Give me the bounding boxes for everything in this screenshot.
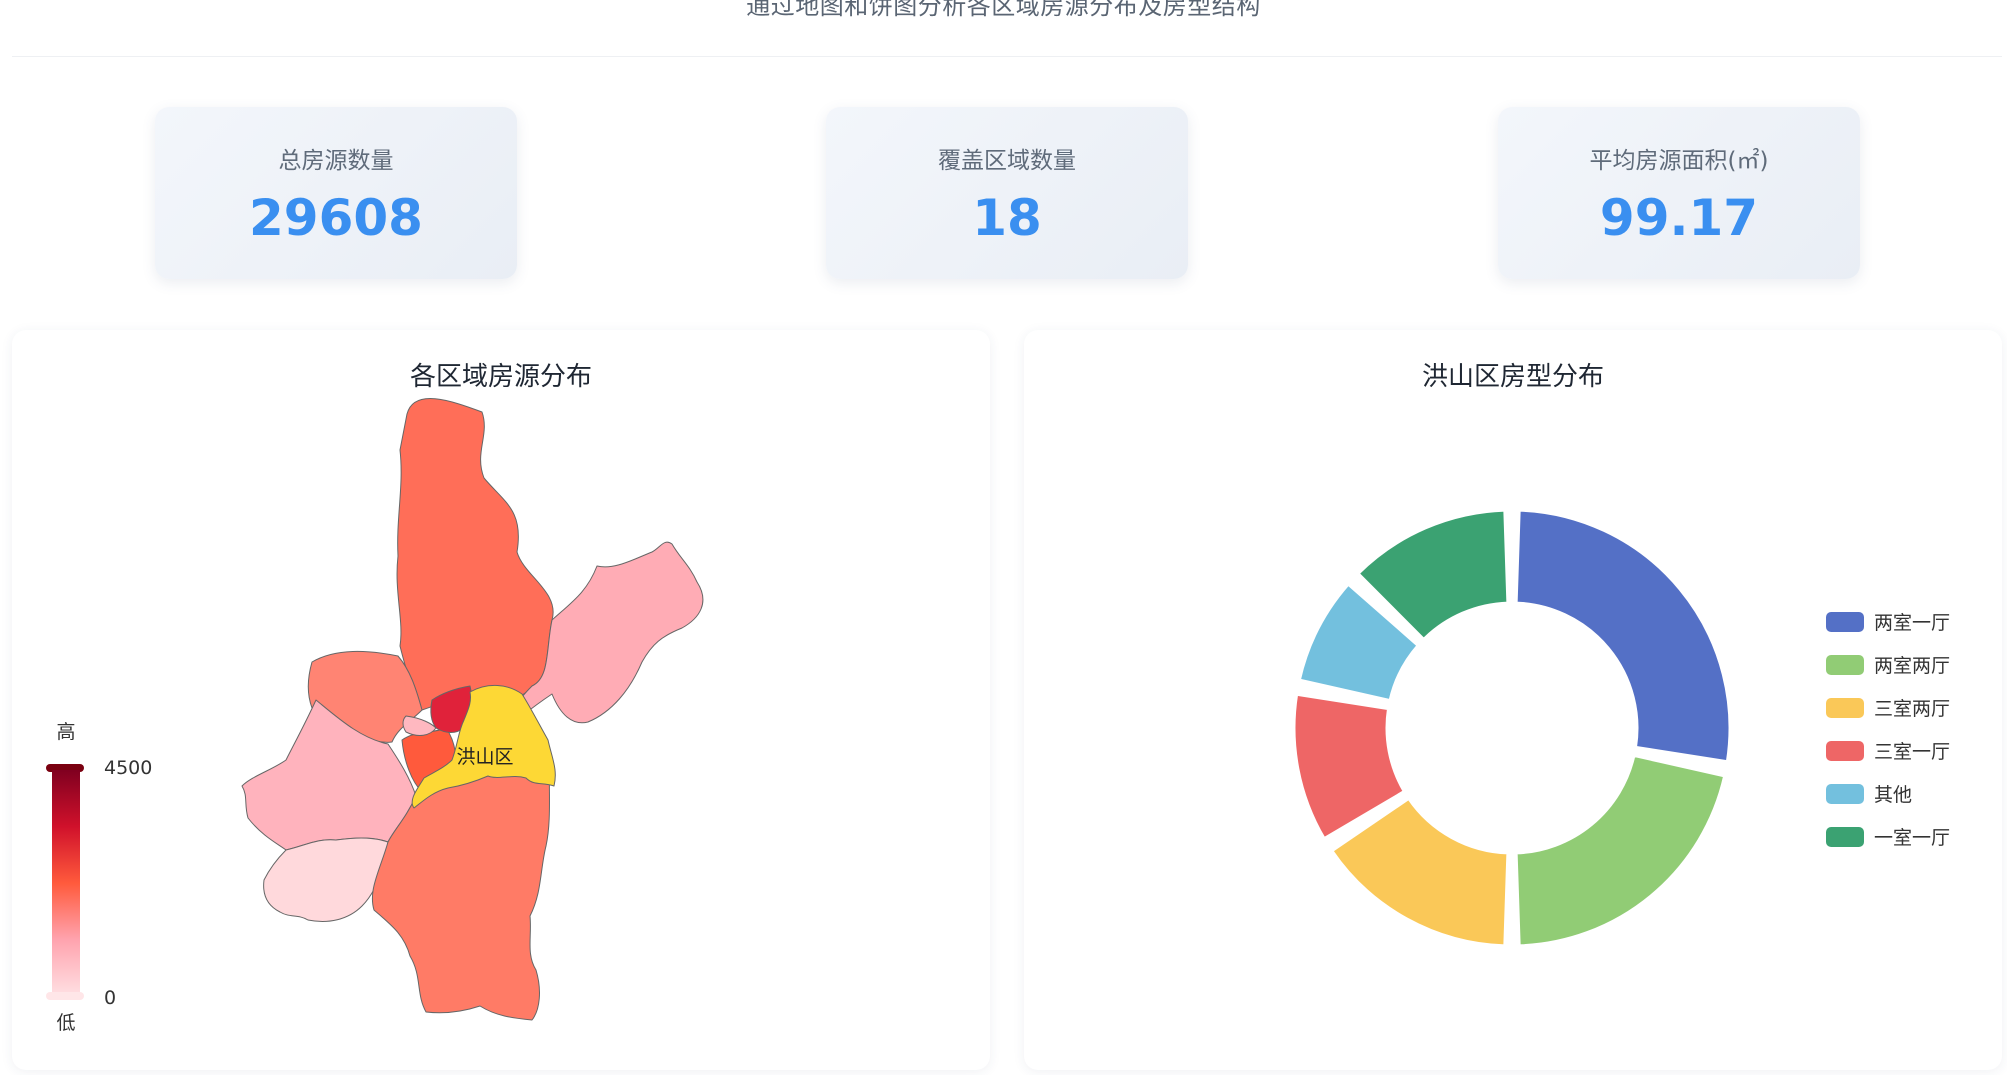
legend-swatch[interactable] [1826,698,1864,718]
stat-value: 18 [972,189,1042,247]
stat-card-total-listings: 总房源数量 29608 [155,107,517,279]
legend-label[interactable]: 三室一厅 [1874,741,1950,763]
visual-map-low-label: 低 [56,1012,75,1034]
pie-slice[interactable] [1514,508,1732,764]
stat-value: 99.17 [1599,189,1759,247]
legend-swatch[interactable] [1826,612,1864,632]
visual-map-high-label: 高 [56,721,75,743]
stat-card-average-area: 平均房源面积(㎡) 99.17 [1498,107,1860,279]
legend-label[interactable]: 两室一厅 [1874,612,1950,634]
pie-slice[interactable] [1330,796,1510,948]
legend-swatch[interactable] [1826,741,1864,761]
district-central-pink[interactable] [402,715,437,736]
legend-swatch[interactable] [1826,827,1864,847]
legend-label[interactable]: 一室一厅 [1874,827,1950,849]
map-panel: 各区域房源分布 洪山区 高 4500 0 低 [12,330,990,1070]
visual-map-min-label: 0 [104,987,116,1009]
map-chart: 洪山区 高 4500 0 低 [46,398,704,1034]
header-divider [12,56,2002,57]
pie-chart: 两室一厅两室两厅三室两厅三室一厅其他一室一厅 [1292,508,1950,948]
stat-label: 平均房源面积(㎡) [1589,148,1769,174]
visual-map-gradient-bar [52,770,80,996]
stat-value: 29608 [249,189,423,247]
legend-label[interactable]: 两室两厅 [1874,655,1950,677]
district-north[interactable] [396,398,554,711]
district-far-southwest[interactable] [263,837,389,922]
stat-label: 总房源数量 [278,148,394,174]
legend-swatch[interactable] [1826,784,1864,804]
visual-map-bottom-handle[interactable] [46,992,84,1000]
stat-card-region-count: 覆盖区域数量 18 [826,107,1188,279]
visual-map-max-label: 4500 [104,757,152,779]
pie-panel: 洪山区房型分布 两室一厅 两室两厅 三室两厅 三室一厅 其他 一室一厅 [1024,330,2002,1070]
stat-label: 覆盖区域数量 [938,148,1076,174]
legend-label[interactable]: 其他 [1874,784,1912,806]
pie-slice[interactable] [1514,753,1727,948]
map-region-label: 洪山区 [456,746,513,768]
legend-swatch[interactable] [1826,655,1864,675]
page-subtitle: 通过地图和饼图分析各区域房源分布及房型结构 [746,0,1261,20]
legend-label[interactable]: 三室两厅 [1874,698,1950,720]
